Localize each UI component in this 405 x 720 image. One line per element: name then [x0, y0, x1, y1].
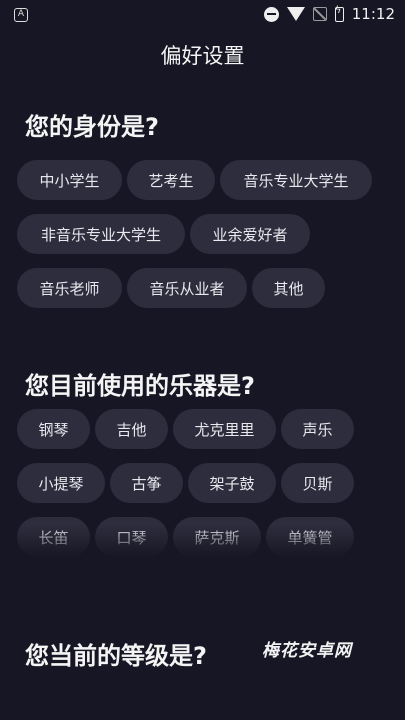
status-time: 11:12: [351, 5, 395, 23]
identity-option-music-professional[interactable]: 音乐从业者: [127, 268, 247, 308]
level-section-title: 您当前的等级是?: [25, 642, 207, 670]
do-not-disturb-icon: [263, 6, 279, 22]
identity-option-art-exam-student[interactable]: 艺考生: [127, 160, 215, 200]
battery-charging-icon: [334, 5, 344, 22]
instrument-option-guzheng[interactable]: 古筝: [110, 463, 183, 503]
watermark: 梅花安卓网: [262, 641, 352, 661]
identity-option-other[interactable]: 其他: [252, 268, 325, 308]
identity-option-amateur[interactable]: 业余爱好者: [190, 214, 310, 254]
page-title: 偏好设置: [160, 44, 245, 68]
status-bar: A 11:12: [0, 0, 405, 32]
instrument-option-drum-kit[interactable]: 架子鼓: [188, 463, 276, 503]
instrument-option-ukulele[interactable]: 尤克里里: [173, 409, 276, 449]
instrument-option-clarinet[interactable]: 单簧管: [266, 517, 354, 557]
status-icons: 11:12: [263, 5, 395, 23]
wifi-icon: [286, 7, 305, 21]
instrument-option-piano[interactable]: 钢琴: [17, 409, 90, 449]
instrument-option-vocal[interactable]: 声乐: [281, 409, 354, 449]
instrument-section-title: 您目前使用的乐器是?: [25, 372, 255, 400]
instrument-option-flute[interactable]: 长笛: [17, 517, 90, 557]
no-signal-icon: [312, 7, 327, 21]
instrument-option-harmonica[interactable]: 口琴: [95, 517, 168, 557]
identity-option-non-music-major[interactable]: 非音乐专业大学生: [17, 214, 185, 254]
identity-option-primary-secondary-student[interactable]: 中小学生: [17, 160, 122, 200]
instrument-option-bass[interactable]: 贝斯: [281, 463, 354, 503]
identity-section-title: 您的身份是?: [25, 113, 159, 141]
instrument-option-guitar[interactable]: 吉他: [95, 409, 168, 449]
identity-option-music-major[interactable]: 音乐专业大学生: [220, 160, 372, 200]
instrument-option-violin[interactable]: 小提琴: [17, 463, 105, 503]
instrument-option-saxophone[interactable]: 萨克斯: [173, 517, 261, 557]
identity-option-music-teacher[interactable]: 音乐老师: [17, 268, 122, 308]
app-notification-icon: A: [14, 8, 28, 22]
